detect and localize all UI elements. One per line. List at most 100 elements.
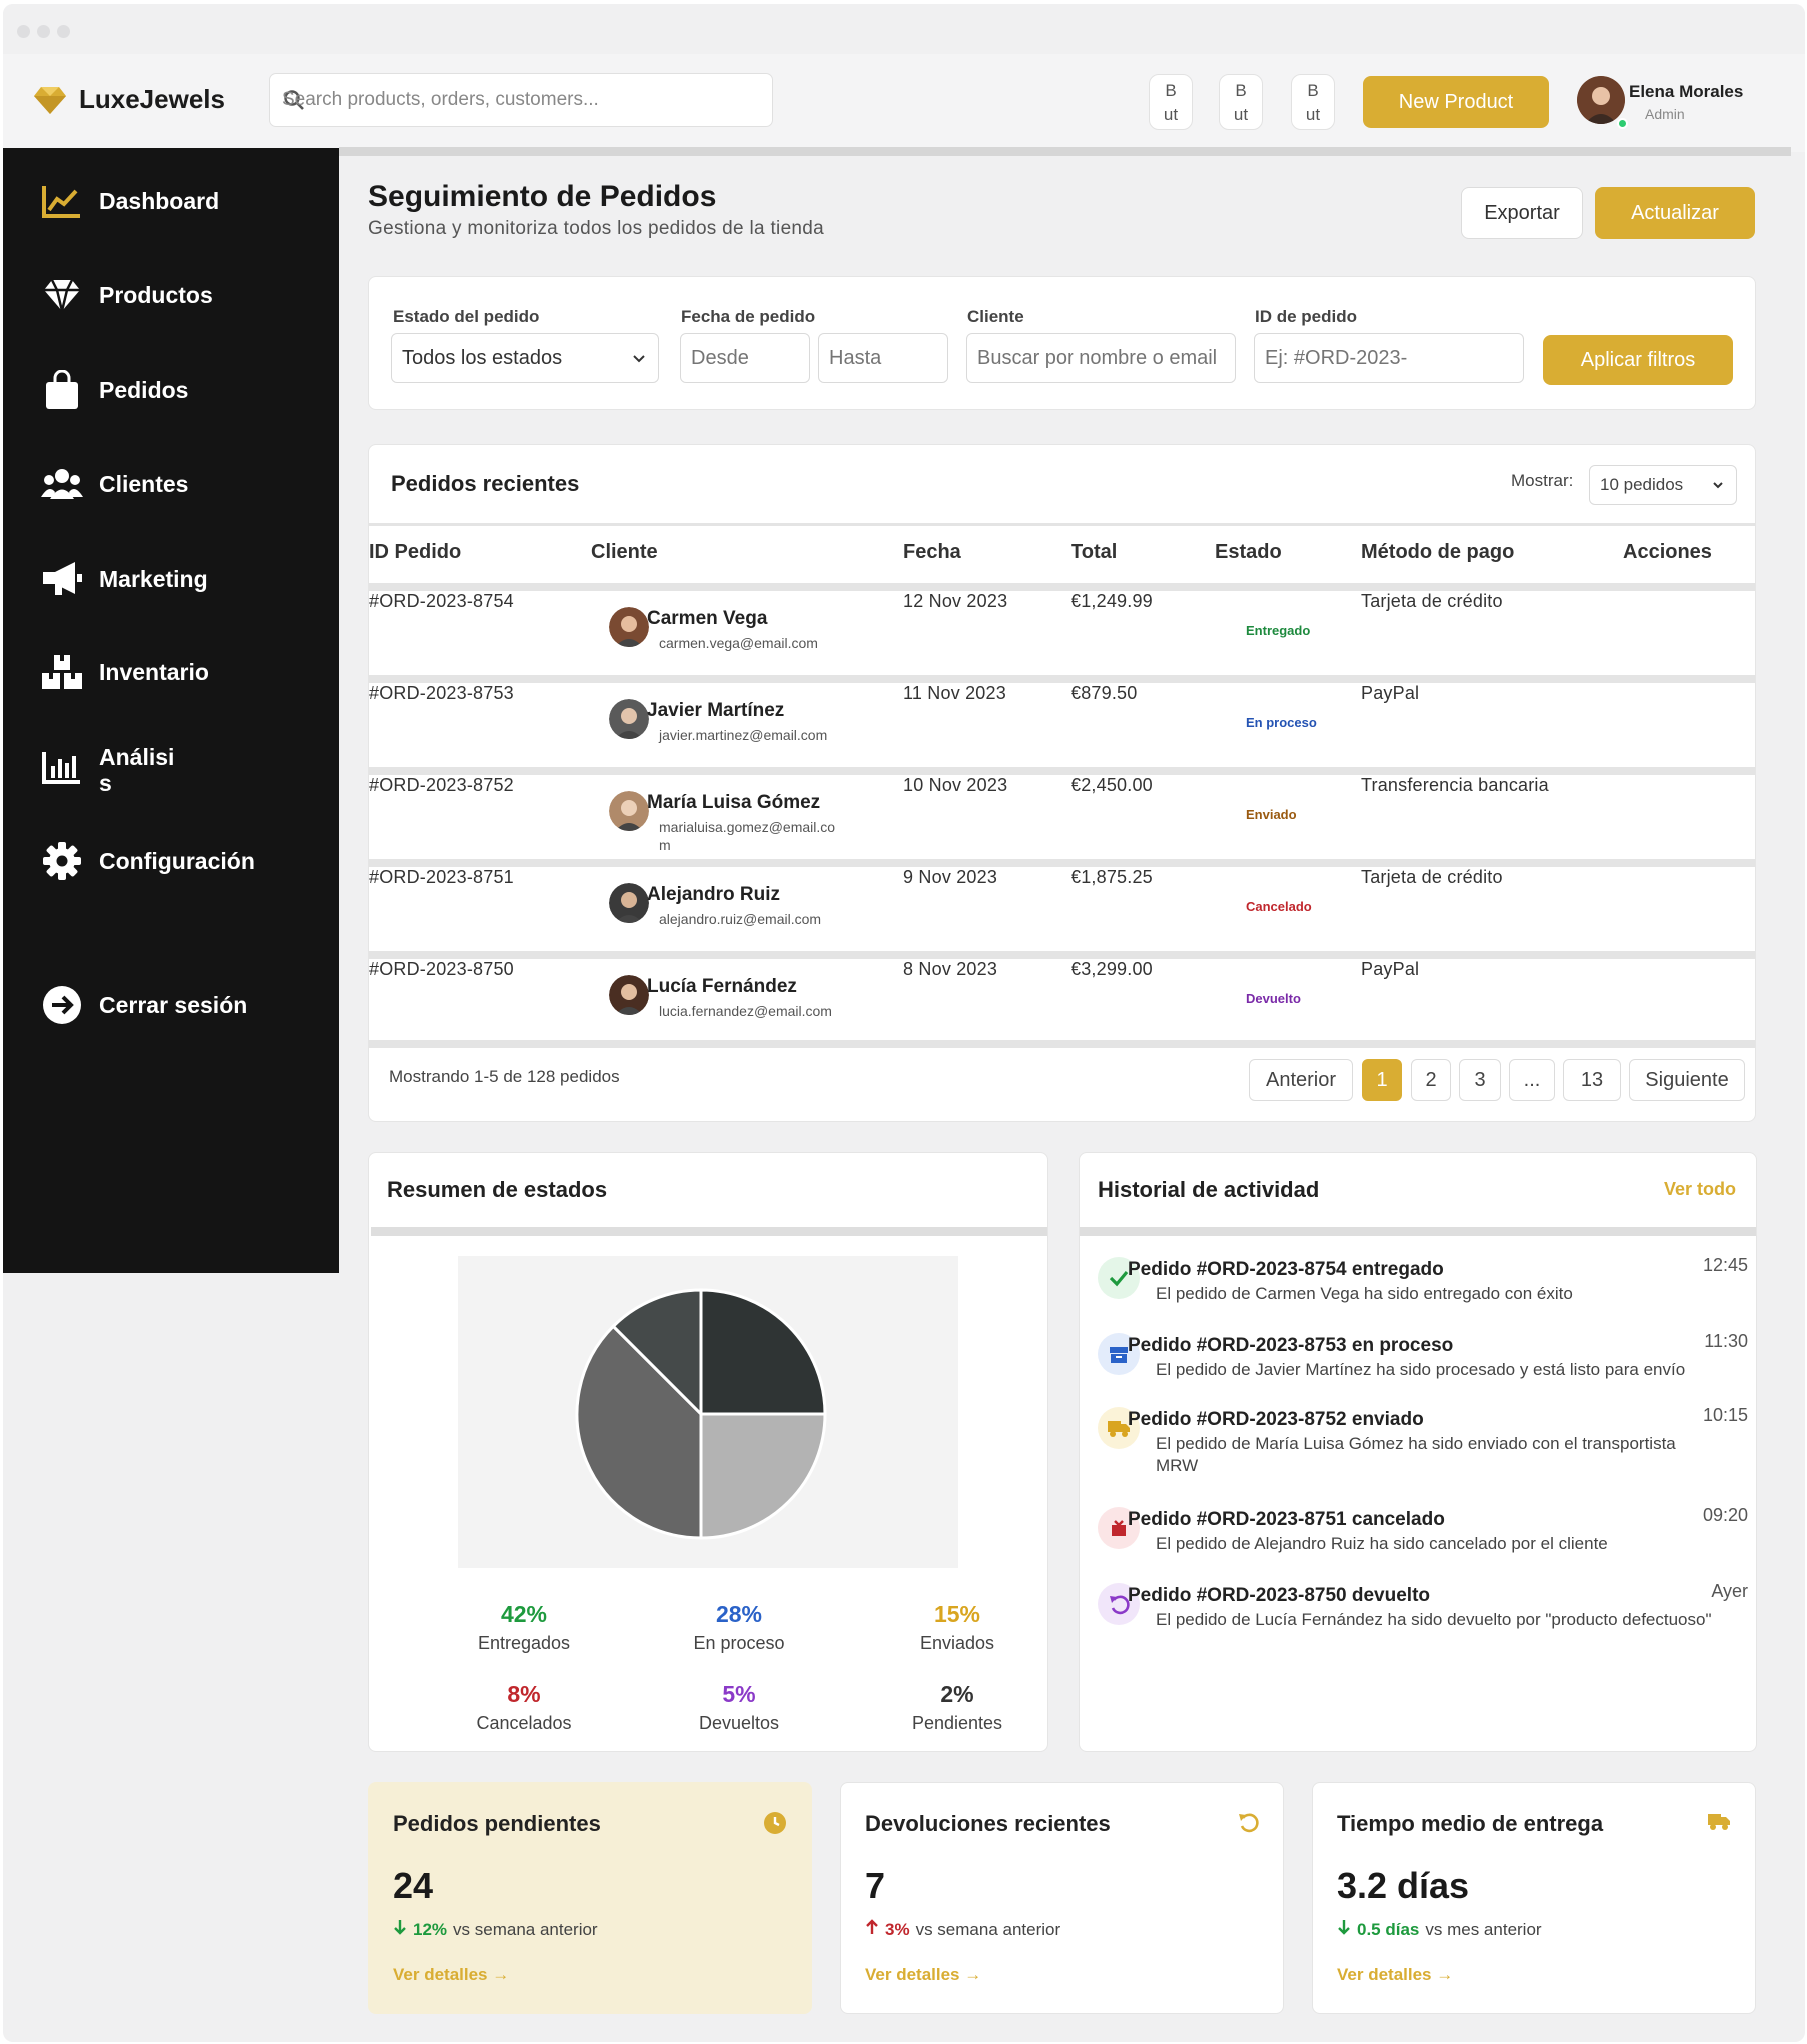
- page-button[interactable]: 13: [1563, 1059, 1621, 1101]
- user-menu[interactable]: Elena Morales Admin: [1577, 74, 1797, 130]
- topbar-button[interactable]: But: [1149, 74, 1193, 130]
- payment-method: Tarjeta de crédito: [1361, 867, 1503, 887]
- logout-label: Cerrar sesión: [99, 991, 248, 1018]
- client-search-input[interactable]: [966, 333, 1236, 383]
- customer-name: Lucía Fernández: [647, 976, 797, 997]
- next-page-button[interactable]: Siguiente: [1629, 1059, 1745, 1101]
- kpi-value: 24: [393, 1865, 434, 1906]
- activity-item[interactable]: Pedido #ORD-2023-8750 devuelto El pedido …: [1098, 1579, 1748, 1649]
- activity-item[interactable]: Pedido #ORD-2023-8753 en proceso El pedid…: [1098, 1329, 1748, 1399]
- activity-item[interactable]: Pedido #ORD-2023-8752 enviado El pedido d…: [1098, 1403, 1748, 1475]
- avatar: [609, 791, 649, 831]
- row-divider: [369, 583, 1755, 591]
- activity-time: 11:30: [1704, 1331, 1748, 1351]
- activity-time: 10:15: [1702, 1405, 1748, 1425]
- col-header-id: ID Pedido: [369, 541, 462, 563]
- topbar-button[interactable]: But: [1291, 74, 1335, 130]
- sidebar-item-analisis[interactable]: Análisi s: [41, 744, 174, 796]
- date-to-input[interactable]: [818, 333, 948, 383]
- activity-item[interactable]: Pedido #ORD-2023-8751 cancelado El pedido…: [1098, 1503, 1748, 1573]
- chart-line-icon: [41, 180, 83, 222]
- window-dot[interactable]: [57, 25, 70, 38]
- scroll-strip: [339, 147, 1791, 156]
- activity-description: El pedido de Carmen Vega ha sido entrega…: [1156, 1284, 1573, 1303]
- user-role: Admin: [1645, 106, 1685, 122]
- status-percent: 2%: [940, 1681, 974, 1707]
- pie-slice: [699, 1288, 827, 1416]
- order-id[interactable]: #ORD-2023-8751: [369, 867, 514, 888]
- export-button[interactable]: Exportar: [1461, 187, 1583, 239]
- page-button[interactable]: 3: [1459, 1059, 1501, 1101]
- refresh-button[interactable]: Actualizar: [1595, 187, 1755, 239]
- details-link[interactable]: Ver detalles →: [865, 1965, 981, 1985]
- window-dot[interactable]: [17, 25, 30, 38]
- status-badge: Enviado: [1246, 807, 1297, 822]
- search-box[interactable]: [269, 73, 773, 127]
- status-percent: 42%: [500, 1601, 548, 1627]
- kpi-change-value: 3%: [885, 1919, 910, 1939]
- page-subtitle: Gestiona y monitoriza todos los pedidos …: [368, 218, 825, 239]
- status-summary-title: Resumen de estados: [387, 1177, 608, 1202]
- order-id[interactable]: #ORD-2023-8750: [369, 959, 514, 980]
- order-id[interactable]: #ORD-2023-8752: [369, 775, 514, 796]
- kpi-change: 12% vs semana anterior: [393, 1919, 598, 1940]
- customer-email: lucia.fernandez@email.com: [659, 1003, 832, 1019]
- status-badge: Cancelado: [1246, 899, 1312, 914]
- customer-email: alejandro.ruiz@email.com: [659, 911, 822, 927]
- table-row[interactable]: #ORD-2023-8752 María Luisa Gómez marialuis…: [369, 767, 1755, 859]
- sidebar-item-productos[interactable]: Productos: [41, 274, 213, 316]
- col-header-actions: Acciones: [1623, 541, 1712, 563]
- clock-icon: [763, 1811, 787, 1840]
- sidebar-item-label: Productos: [99, 281, 213, 308]
- sidebar-item-dashboard[interactable]: Dashboard: [41, 180, 219, 222]
- status-select[interactable]: Todos los estados: [391, 333, 659, 383]
- order-id-input[interactable]: [1254, 333, 1524, 383]
- kpi-title: Pedidos pendientes: [393, 1811, 601, 1836]
- apply-filters-button[interactable]: Aplicar filtros: [1543, 335, 1733, 385]
- table-row[interactable]: #ORD-2023-8753 Javier Martínez javier.mart…: [369, 675, 1755, 767]
- logout-button[interactable]: Cerrar sesión: [41, 984, 247, 1026]
- page-size-select[interactable]: 10 pedidos: [1589, 465, 1737, 505]
- details-link[interactable]: Ver detalles →: [1337, 1965, 1453, 1985]
- sidebar-item-inventario[interactable]: Inventario: [41, 651, 209, 693]
- status-label: Entregados: [477, 1633, 571, 1653]
- orders-title: Pedidos recientes: [391, 471, 580, 496]
- order-id[interactable]: #ORD-2023-8754: [369, 591, 514, 612]
- customer-email: javier.martinez@email.com: [659, 727, 828, 743]
- sidebar-item-clientes[interactable]: Clientes: [41, 463, 188, 505]
- kpi-value: 3.2 días: [1337, 1865, 1470, 1906]
- order-total: €1,875.25: [1071, 867, 1153, 887]
- table-row[interactable]: #ORD-2023-8750 Lucía Fernández lucia.ferna…: [369, 951, 1755, 1043]
- row-divider: [369, 951, 1755, 959]
- prev-page-button[interactable]: Anterior: [1249, 1059, 1353, 1101]
- page-size-value: 10 pedidos: [1600, 475, 1684, 494]
- see-all-link[interactable]: Ver todo: [1664, 1179, 1736, 1200]
- app-name: LuxeJewels: [79, 84, 225, 114]
- page-title: Seguimiento de Pedidos: [368, 180, 717, 213]
- table-row[interactable]: #ORD-2023-8754 Carmen Vega carmen.vega@ema…: [369, 583, 1755, 675]
- activity-item[interactable]: Pedido #ORD-2023-8754 entregado El pedido…: [1098, 1253, 1748, 1323]
- activity-card: Historial de actividad Ver todo Pedido #…: [1079, 1152, 1757, 1752]
- search-input[interactable]: [282, 74, 762, 126]
- activity-title: Pedido #ORD-2023-8752 enviado: [1128, 1409, 1424, 1430]
- details-link[interactable]: Ver detalles →: [393, 1965, 509, 1985]
- sidebar-item-configuracion[interactable]: Configuración: [41, 840, 255, 882]
- sidebar-item-marketing[interactable]: Marketing: [41, 558, 208, 600]
- window-dot[interactable]: [37, 25, 50, 38]
- sidebar-item-label: Clientes: [99, 470, 189, 497]
- logo[interactable]: LuxeJewels: [33, 84, 225, 115]
- date-from-input[interactable]: [680, 333, 810, 383]
- status-select-value: Todos los estados: [402, 347, 563, 369]
- order-date: 11 Nov 2023: [903, 683, 1006, 703]
- page-button[interactable]: 2: [1411, 1059, 1451, 1101]
- table-row[interactable]: #ORD-2023-8751 Alejandro Ruiz alejandro.ru…: [369, 859, 1755, 951]
- page-button[interactable]: 1: [1362, 1059, 1402, 1101]
- status-label: Enviados: [919, 1633, 995, 1653]
- status-percent: 15%: [933, 1601, 981, 1627]
- avatar: [1577, 76, 1625, 124]
- topbar-button[interactable]: But: [1219, 74, 1263, 130]
- diamond-icon: [34, 86, 66, 114]
- new-product-button[interactable]: New Product: [1363, 76, 1549, 128]
- order-id[interactable]: #ORD-2023-8753: [369, 683, 514, 704]
- sidebar-item-pedidos[interactable]: Pedidos: [41, 369, 188, 411]
